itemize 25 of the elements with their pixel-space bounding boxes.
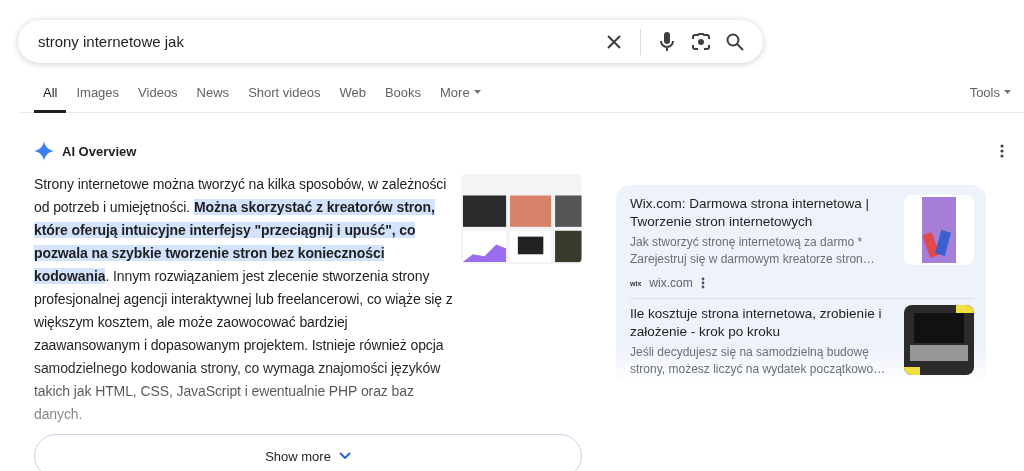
source-snippet: Jak stworzyć stronę internetową za darmo * Zarejestruj się w darmowym kreatorze stron…	[630, 234, 876, 268]
tab[interactable]: Short videos	[239, 76, 330, 113]
chevron-down-icon	[338, 452, 351, 460]
overview-title: AI Overview	[62, 143, 137, 159]
source-title-link[interactable]: Wix.com: Darmowa strona internetowa | Tworzenie stron internetowych	[630, 195, 890, 231]
tab[interactable]: All	[34, 76, 67, 113]
tab[interactable]: Videos	[129, 76, 187, 113]
tab[interactable]: Books	[375, 76, 431, 113]
tab[interactable]: Images	[67, 76, 129, 113]
overview-text: Strony internetowe można tworzyć na kilka sposobów, w zależności od potrzeb i umiejętności. Można skorzystać z kreatorów stron, które oferują intuicyjne interfejsy "przeciągnij i upuść", co pozwala na szybkie tworzenie stron bez konieczności kodowania. Innym rozwiązaniem jest zlecenie stworzenia strony profesjonalnej agencji interaktywnej lub freelancerowi, co wiąże się z większym kosztem, ale może zaowocować bardziej zaawansowanym i dopasowanym projektem. Istnieje również opcja samodzielnego kodowania strony, co wymaga znajomości języków takich jak HTML, CSS, JavaScript i ewentualnie PHP oraz baz danych.	[34, 175, 454, 424]
sparkle-icon	[34, 141, 54, 161]
more-options-icon[interactable]	[700, 277, 705, 289]
search-field[interactable]: strony internetowe jak	[36, 32, 594, 51]
tab[interactable]: News	[187, 76, 239, 113]
show-more-button[interactable]: Show more	[34, 434, 582, 471]
tab[interactable]: Web	[330, 76, 375, 113]
source-title-link[interactable]: Ile kosztuje strona internetowa, zrobienie i założenie - krok po kroku	[630, 305, 890, 341]
poster-thumbnail[interactable]	[904, 305, 974, 375]
caret-icon	[1004, 90, 1011, 94]
tab[interactable]: More	[431, 76, 490, 113]
site-name: wix.com	[649, 276, 693, 290]
phone-mockup-thumbnail[interactable]	[904, 195, 974, 265]
tools-button[interactable]: Tools	[960, 76, 1020, 113]
source-snippet: Jeśli decydujesz się na samodzielną budowę strony, możesz liczyć na wydatek początkowo…	[630, 344, 887, 378]
website-templates-thumbnail[interactable]	[461, 173, 582, 265]
